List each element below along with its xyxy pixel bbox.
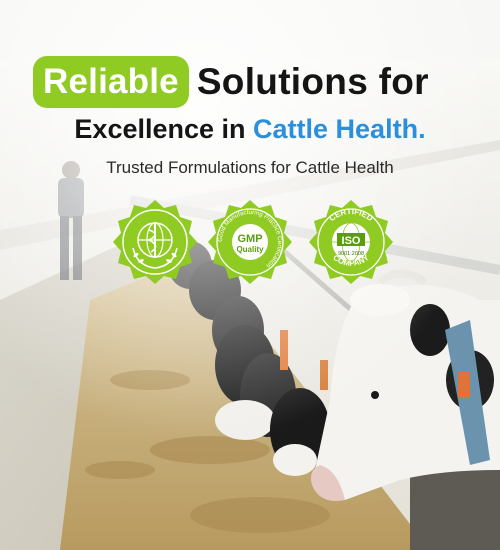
gmp-center-bottom: Quality — [236, 245, 264, 254]
subheadline: Trusted Formulations for Cattle Health — [106, 158, 394, 177]
highlight-pill: Reliable — [33, 56, 189, 108]
iso-standard-text: 9001:2008 — [338, 251, 364, 257]
gmp-center-top: GMP — [237, 233, 262, 245]
headline-line-2-text: Excellence in — [74, 114, 254, 144]
headline-line-1-text: Solutions for — [196, 61, 429, 102]
headline-line-2: Excellence in Cattle Health. — [0, 114, 500, 145]
headline-accent-text: Cattle Health. — [253, 114, 426, 144]
gmp-seal-icon: Good Manufacturing Practice Certificatio… — [208, 200, 292, 284]
headline-line-1: Reliable Solutions for — [33, 56, 429, 108]
promo-banner: Reliable Solutions for Excellence in Cat… — [0, 0, 500, 550]
iso-center-text: ISO — [342, 235, 361, 247]
who-emblem-icon — [113, 200, 197, 284]
iso-seal-icon: CERTIFIED COMPANY ISO 9001:2008 — [309, 200, 393, 284]
